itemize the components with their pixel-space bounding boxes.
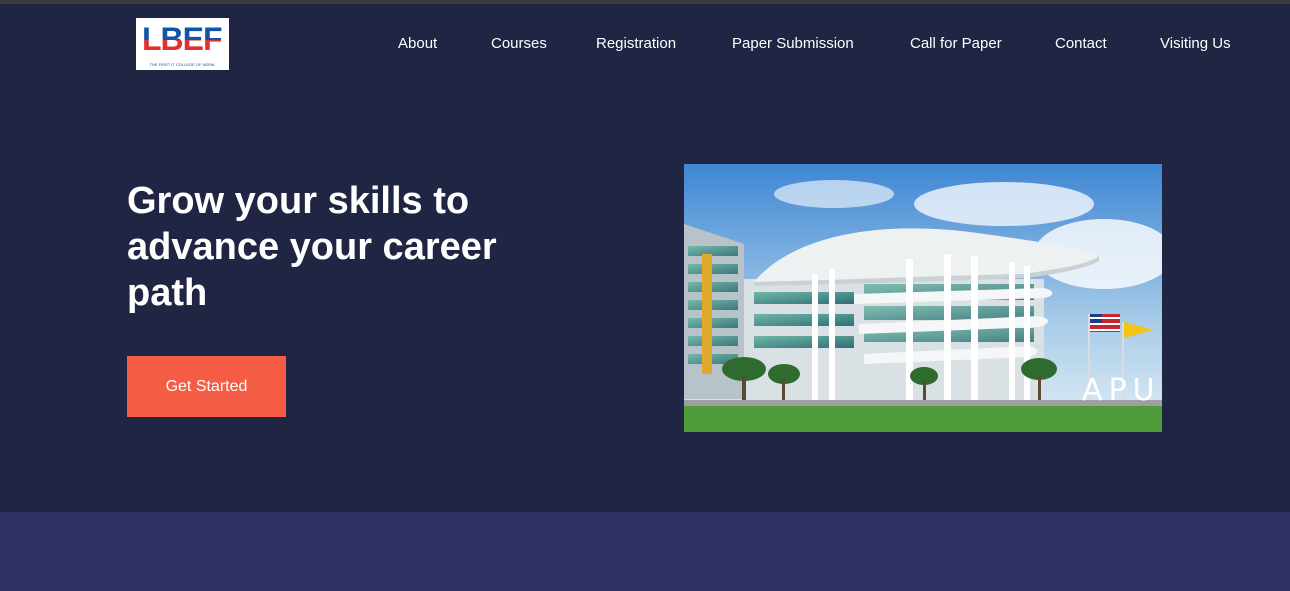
nav-item-contact[interactable]: Contact <box>1055 33 1107 55</box>
site-logo[interactable]: LBEF THE FIRST IT COLLEGE OF NEPAL <box>136 18 229 70</box>
logo-tagline: THE FIRST IT COLLEGE OF NEPAL <box>149 62 216 67</box>
nav-item-call-for-paper[interactable]: Call for Paper <box>910 33 1002 55</box>
get-started-button[interactable]: Get Started <box>127 356 286 417</box>
nav-item-courses[interactable]: Courses <box>491 33 547 55</box>
site-header: LBEF THE FIRST IT COLLEGE OF NEPAL About… <box>0 4 1290 84</box>
nav-item-registration[interactable]: Registration <box>596 33 676 55</box>
campus-building-image: APU <box>684 164 1162 432</box>
nav-item-about[interactable]: About <box>398 33 437 55</box>
nav-item-paper-submission[interactable]: Paper Submission <box>732 33 854 55</box>
logo-wordmark: LBEF <box>142 21 223 57</box>
nav-item-visiting-us[interactable]: Visiting Us <box>1160 33 1231 55</box>
hero-title: Grow your skills to advance your career … <box>127 180 497 314</box>
next-section-band <box>0 512 1290 591</box>
apu-sign-text: APU <box>1082 373 1161 408</box>
